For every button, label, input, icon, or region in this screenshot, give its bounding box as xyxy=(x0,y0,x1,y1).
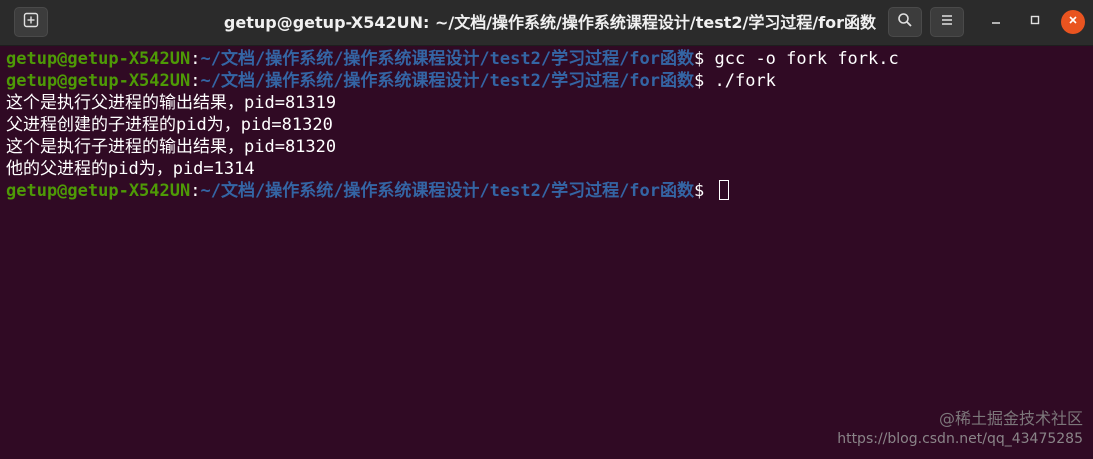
watermark-brand: @稀土掘金技术社区 xyxy=(938,409,1083,428)
output-line: 这个是执行父进程的输出结果，pid=81319 xyxy=(6,93,337,113)
prompt-user: getup@getup-X542UN xyxy=(6,71,191,91)
minimize-icon xyxy=(990,13,1002,31)
output-line: 这个是执行子进程的输出结果，pid=81320 xyxy=(6,137,337,157)
watermark-url: https://blog.csdn.net/qq_43475285 xyxy=(837,431,1083,447)
prompt-path: ~/文档/操作系统/操作系统课程设计/test2/学习过程/for函数 xyxy=(200,71,695,91)
prompt-separator: : xyxy=(190,181,201,201)
output-line: 父进程创建的子进程的pid为，pid=81320 xyxy=(6,115,333,135)
command-text: ./fork xyxy=(714,71,776,91)
hamburger-menu-icon xyxy=(940,13,954,32)
prompt-path: ~/文档/操作系统/操作系统课程设计/test2/学习过程/for函数 xyxy=(200,49,695,69)
text-cursor xyxy=(718,180,729,200)
prompt-user: getup@getup-X542UN xyxy=(6,49,191,69)
search-button[interactable] xyxy=(888,7,922,37)
close-button[interactable] xyxy=(1061,10,1085,34)
new-tab-button[interactable] xyxy=(14,7,48,37)
output-line: 他的父进程的pid为，pid=1314 xyxy=(6,159,255,179)
prompt-symbol: $ xyxy=(694,71,715,91)
search-icon xyxy=(897,12,913,33)
new-tab-icon xyxy=(23,12,39,33)
command-text: gcc -o fork fork.c xyxy=(714,49,899,69)
prompt-separator: : xyxy=(190,49,201,69)
terminal-area[interactable]: getup@getup-X542UN:~/文档/操作系统/操作系统课程设计/te… xyxy=(0,46,1093,459)
maximize-icon xyxy=(1029,13,1041,31)
prompt-separator: : xyxy=(190,71,201,91)
watermark: @稀土掘金技术社区 https://blog.csdn.net/qq_43475… xyxy=(837,409,1083,449)
prompt-user: getup@getup-X542UN xyxy=(6,181,191,201)
title-bar: getup@getup-X542UN: ~/文档/操作系统/操作系统课程设计/t… xyxy=(0,0,1093,46)
active-prompt-line: getup@getup-X542UN:~/文档/操作系统/操作系统课程设计/te… xyxy=(6,180,1093,202)
close-icon xyxy=(1067,13,1079,31)
command-line: getup@getup-X542UN:~/文档/操作系统/操作系统课程设计/te… xyxy=(6,70,1093,92)
window-title: getup@getup-X542UN: ~/文档/操作系统/操作系统课程设计/t… xyxy=(223,13,877,32)
prompt-symbol: $ xyxy=(694,49,715,69)
command-line: getup@getup-X542UN:~/文档/操作系统/操作系统课程设计/te… xyxy=(6,48,1093,70)
terminal-window: getup@getup-X542UN: ~/文档/操作系统/操作系统课程设计/t… xyxy=(0,0,1093,459)
menu-button[interactable] xyxy=(930,7,964,37)
prompt-symbol: $ xyxy=(694,181,715,201)
prompt-path: ~/文档/操作系统/操作系统课程设计/test2/学习过程/for函数 xyxy=(200,181,695,201)
minimize-button[interactable] xyxy=(984,10,1008,34)
maximize-button[interactable] xyxy=(1023,10,1047,34)
